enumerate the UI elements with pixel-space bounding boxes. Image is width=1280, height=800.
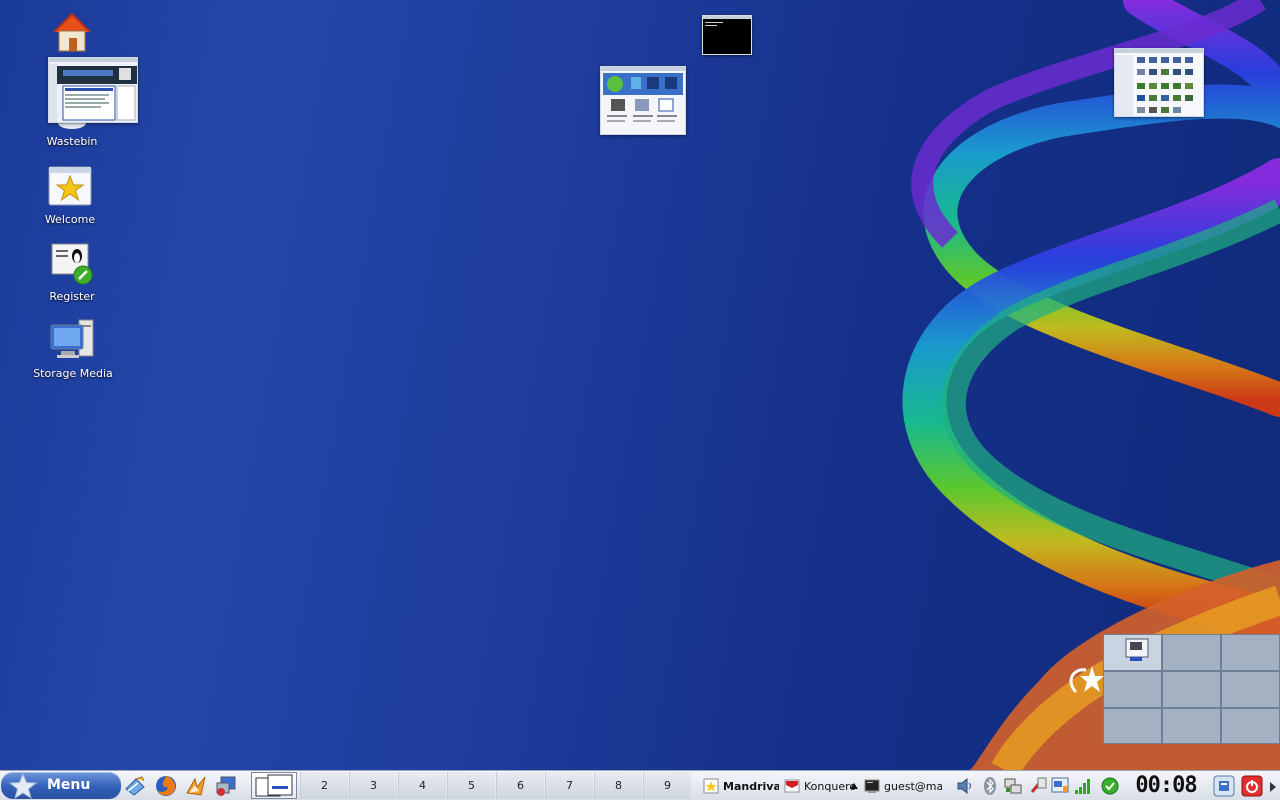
file-manager-preview-icon xyxy=(1115,49,1203,116)
menu-button[interactable]: Menu xyxy=(1,772,121,799)
pager-cell-5[interactable] xyxy=(1162,671,1221,708)
home-icon xyxy=(53,12,91,52)
pager-cell-4[interactable] xyxy=(1103,671,1162,708)
pager-cell-6[interactable] xyxy=(1221,671,1280,708)
storage-media-icon xyxy=(50,319,94,358)
pager-cell-7[interactable] xyxy=(1103,708,1162,744)
desktop-pager-popup[interactable] xyxy=(1103,634,1280,744)
kmail-icon[interactable] xyxy=(124,775,146,797)
taskbar-panel: Menu 2 3 4 5 6 7 8 9 Mandriva Konquero g… xyxy=(0,770,1280,800)
register-desktop-icon[interactable]: Register xyxy=(27,240,117,303)
register-label: Register xyxy=(49,290,95,303)
home-desktop-icon[interactable] xyxy=(27,8,117,58)
desktop-tab-3[interactable]: 3 xyxy=(349,772,397,799)
storage-media-label: Storage Media xyxy=(33,367,113,380)
mandriva-star-decoration-icon xyxy=(1069,666,1104,694)
desktop-tab-8[interactable]: 8 xyxy=(594,772,642,799)
welcome-label: Welcome xyxy=(44,213,96,226)
firefox-icon[interactable] xyxy=(155,775,177,797)
pager-cell-1[interactable] xyxy=(1103,634,1162,671)
remote-desktop-icon[interactable] xyxy=(215,775,237,797)
mandriva-star-icon xyxy=(9,773,37,799)
pager-cell-2[interactable] xyxy=(1162,634,1221,671)
pager-cell-3[interactable] xyxy=(1221,634,1280,671)
wastebin-label: Wastebin xyxy=(46,135,98,148)
desktop-tab-4[interactable]: 4 xyxy=(398,772,446,799)
bluetooth-icon[interactable] xyxy=(980,776,1000,796)
welcome-star-icon xyxy=(48,166,92,206)
panel-expand-arrow-icon[interactable] xyxy=(1270,782,1278,792)
task-overflow-arrow-icon[interactable] xyxy=(850,783,858,789)
file-manager-thumbnail[interactable] xyxy=(1114,48,1204,117)
terminal-icon xyxy=(864,779,880,793)
logout-icon[interactable] xyxy=(1241,775,1263,797)
klipper-icon[interactable] xyxy=(1028,776,1048,796)
desktop-tab-9[interactable]: 9 xyxy=(643,772,691,799)
task-mandriva[interactable]: Mandriva xyxy=(703,776,779,796)
terminal-preview-icon xyxy=(703,16,751,26)
desktop-tab-1[interactable] xyxy=(251,772,297,799)
mandriva-star-icon xyxy=(703,778,719,794)
menu-label: Menu xyxy=(47,777,91,793)
lock-screen-icon[interactable] xyxy=(1213,775,1235,797)
storage-media-desktop-icon[interactable]: Storage Media xyxy=(28,317,118,380)
task-terminal[interactable]: guest@ma xyxy=(864,776,942,796)
task-konqueror-label: Konquero xyxy=(804,779,857,793)
update-ok-icon[interactable] xyxy=(1100,776,1120,796)
volume-icon[interactable] xyxy=(955,776,975,796)
web-page-preview-icon xyxy=(49,58,137,122)
task-mandriva-label: Mandriva xyxy=(723,779,779,793)
desktop-tab-2[interactable]: 2 xyxy=(300,772,348,799)
desktop-tab-5[interactable]: 5 xyxy=(447,772,495,799)
task-terminal-label: guest@ma xyxy=(884,779,942,793)
network-monitor-icon[interactable] xyxy=(1050,776,1070,796)
desktop-tab-6[interactable]: 6 xyxy=(496,772,544,799)
register-icon xyxy=(51,243,93,285)
wifi-signal-icon[interactable] xyxy=(1073,776,1093,796)
welcome-desktop-icon[interactable]: Welcome xyxy=(25,163,115,226)
task-konqueror[interactable]: Konquero xyxy=(784,776,860,796)
desktop-tab-7[interactable]: 7 xyxy=(545,772,593,799)
welcome-window-preview-icon xyxy=(601,67,685,134)
konqueror-icon xyxy=(784,779,800,793)
openoffice-icon[interactable] xyxy=(185,775,207,797)
welcome-window-thumbnail[interactable] xyxy=(600,66,686,135)
pager-window-icon xyxy=(1125,638,1149,661)
pager-cell-9[interactable] xyxy=(1221,708,1280,744)
terminal-thumbnail[interactable] xyxy=(702,15,752,55)
desktop-1-preview-icon xyxy=(255,774,293,796)
network-icon[interactable] xyxy=(1003,776,1023,796)
pager-cell-8[interactable] xyxy=(1162,708,1221,744)
clock[interactable]: 00:08 xyxy=(1133,773,1199,799)
web-browser-thumbnail[interactable] xyxy=(48,57,138,123)
